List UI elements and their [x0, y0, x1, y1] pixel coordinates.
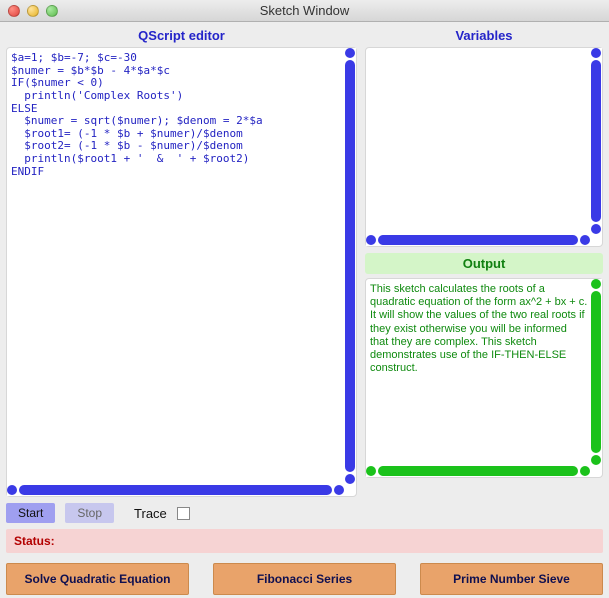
titlebar: Sketch Window — [0, 0, 609, 22]
status-label: Status: — [14, 534, 55, 548]
editor-panel: $a=1; $b=-7; $c=-30 $numer = $b*$b - 4*$… — [6, 47, 357, 497]
editor-code[interactable]: $a=1; $b=-7; $c=-30 $numer = $b*$b - 4*$… — [11, 52, 342, 178]
start-button[interactable]: Start — [6, 503, 55, 523]
window-controls — [8, 5, 58, 17]
output-panel: This sketch calculates the roots of a qu… — [365, 278, 603, 478]
editor-scrollbar-vertical[interactable] — [344, 48, 356, 484]
stop-button[interactable]: Stop — [65, 503, 114, 523]
trace-label: Trace — [134, 506, 167, 521]
output-text: This sketch calculates the roots of a qu… — [370, 283, 588, 375]
maximize-icon[interactable] — [46, 5, 58, 17]
variables-scrollbar-horizontal[interactable] — [366, 234, 590, 246]
output-title: Output — [365, 253, 603, 274]
prime-sieve-button[interactable]: Prime Number Sieve — [420, 563, 603, 595]
example-buttons: Solve Quadratic Equation Fibonacci Serie… — [6, 563, 603, 595]
trace-checkbox[interactable] — [177, 507, 190, 520]
minimize-icon[interactable] — [27, 5, 39, 17]
solve-quadratic-button[interactable]: Solve Quadratic Equation — [6, 563, 189, 595]
variables-scrollbar-vertical[interactable] — [590, 48, 602, 234]
editor-scrollbar-horizontal[interactable] — [7, 484, 344, 496]
app-body: QScript editor $a=1; $b=-7; $c=-30 $nume… — [0, 22, 609, 598]
fibonacci-button[interactable]: Fibonacci Series — [213, 563, 396, 595]
window-title: Sketch Window — [0, 3, 609, 18]
variables-panel — [365, 47, 603, 247]
editor-title: QScript editor — [6, 26, 357, 47]
close-icon[interactable] — [8, 5, 20, 17]
controls-row: Start Stop Trace — [6, 503, 357, 523]
status-bar: Status: — [6, 529, 603, 553]
output-scrollbar-horizontal[interactable] — [366, 465, 590, 477]
output-scrollbar-vertical[interactable] — [590, 279, 602, 465]
variables-title: Variables — [365, 26, 603, 47]
